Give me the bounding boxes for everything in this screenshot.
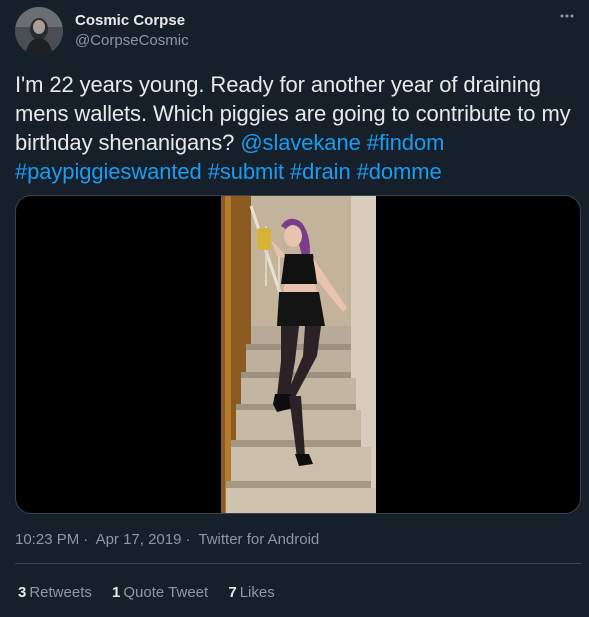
author-handle[interactable]: @CorpseCosmic bbox=[75, 31, 189, 50]
hashtag-link[interactable]: #paypiggieswanted bbox=[15, 159, 202, 184]
author-names: Cosmic Corpse @CorpseCosmic bbox=[75, 11, 189, 50]
quotes-stat[interactable]: 1 Quote Tweet bbox=[112, 584, 208, 601]
likes-count: 7 bbox=[228, 584, 237, 601]
likes-label: Likes bbox=[239, 584, 275, 601]
divider bbox=[15, 563, 581, 564]
tweet-meta: 10:23 PM · Apr 17, 2019 · Twitter for Andr… bbox=[15, 530, 323, 550]
tweet-text: I'm 22 years young. Ready for another ye… bbox=[15, 70, 575, 186]
hashtag-link[interactable]: #domme bbox=[357, 159, 442, 184]
meta-separator: · bbox=[185, 531, 191, 548]
tweet-stats: 3 Retweets 1 Quote Tweet 7 Likes bbox=[18, 583, 291, 603]
tweet-date[interactable]: Apr 17, 2019 bbox=[96, 531, 182, 548]
meta-separator: · bbox=[83, 531, 89, 548]
tweet-photo[interactable] bbox=[221, 196, 376, 513]
tweet-header: Cosmic Corpse @CorpseCosmic bbox=[15, 7, 581, 57]
hashtag-link[interactable]: #findom bbox=[367, 130, 445, 155]
hashtag-link[interactable]: #submit bbox=[208, 159, 284, 184]
more-options-icon[interactable] bbox=[555, 7, 579, 31]
retweets-count: 3 bbox=[18, 584, 27, 601]
tweet: Cosmic Corpse @CorpseCosmic I'm 22 years… bbox=[0, 0, 589, 617]
quotes-count: 1 bbox=[112, 584, 121, 601]
hashtag-link[interactable]: #drain bbox=[290, 159, 351, 184]
retweets-stat[interactable]: 3 Retweets bbox=[18, 584, 92, 601]
display-name[interactable]: Cosmic Corpse bbox=[75, 11, 189, 30]
mention-link[interactable]: @slavekane bbox=[240, 130, 361, 155]
tweet-time[interactable]: 10:23 PM bbox=[15, 531, 79, 548]
likes-stat[interactable]: 7 Likes bbox=[228, 584, 274, 601]
retweets-label: Retweets bbox=[29, 584, 92, 601]
tweet-source[interactable]: Twitter for Android bbox=[198, 531, 319, 548]
quotes-label: Quote Tweet bbox=[123, 584, 209, 601]
tweet-media[interactable] bbox=[15, 195, 581, 514]
avatar[interactable] bbox=[15, 7, 63, 55]
